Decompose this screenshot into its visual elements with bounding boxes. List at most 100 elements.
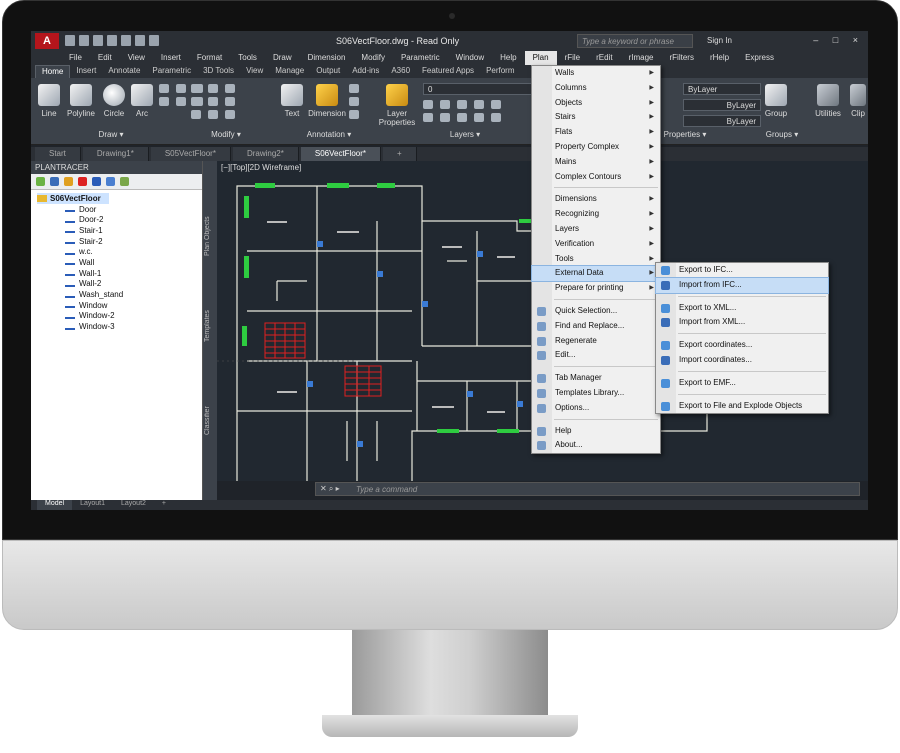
menu-rhelp[interactable]: rHelp <box>702 51 737 65</box>
lineweight-dropdown[interactable]: ByLayer <box>683 115 761 127</box>
arc-button[interactable]: Arc <box>131 82 153 118</box>
new-tab-button[interactable]: + <box>383 147 417 161</box>
menu-dimension[interactable]: Dimension <box>300 51 354 65</box>
clip-button[interactable]: Clip <box>849 82 867 118</box>
rectangle-icon[interactable] <box>159 84 169 93</box>
menu-item-tools[interactable]: ▶ Tools <box>532 252 660 267</box>
menu-item-tab-manager[interactable]: Tab Manager <box>532 371 660 386</box>
menu-plan[interactable]: Plan <box>524 51 557 65</box>
menu-item-export-to-emf[interactable]: Export to EMF... <box>656 376 828 391</box>
menu-item-recognizing[interactable]: ▶ Recognizing <box>532 207 660 222</box>
ribbon-tab-annotate[interactable]: Annotate <box>102 65 146 78</box>
layout-tab-model[interactable]: Model <box>37 500 73 510</box>
doc-tab-s06vectfloor[interactable]: S06VectFloor* <box>300 147 381 161</box>
line-button[interactable]: Line <box>37 82 61 118</box>
sign-in-link[interactable]: Sign In <box>707 36 732 45</box>
tree-item[interactable]: Wash_stand <box>37 289 202 300</box>
menu-express[interactable]: Express <box>737 51 782 65</box>
delete-icon[interactable] <box>78 177 87 186</box>
menu-rimage[interactable]: rImage <box>621 51 662 65</box>
ribbon-tab-output[interactable]: Output <box>310 65 346 78</box>
ribbon-tab-manage[interactable]: Manage <box>269 65 310 78</box>
layer-isolate-icon[interactable] <box>423 113 433 122</box>
mirror-icon[interactable] <box>208 97 218 106</box>
hatch-icon[interactable] <box>176 84 186 93</box>
menu-item-verification[interactable]: ▶ Verification <box>532 237 660 252</box>
filter-icon[interactable] <box>92 177 101 186</box>
menu-window[interactable]: Window <box>448 51 492 65</box>
point-icon[interactable] <box>176 97 186 106</box>
menu-item-flats[interactable]: ▶ Flats <box>532 125 660 140</box>
menu-item-export-to-ifc[interactable]: Export to IFC... <box>656 263 828 278</box>
menu-insert[interactable]: Insert <box>153 51 189 65</box>
menu-item-columns[interactable]: ▶ Columns <box>532 81 660 96</box>
menu-item-regenerate[interactable]: Regenerate <box>532 334 660 349</box>
fillet-icon[interactable] <box>225 97 235 106</box>
rotate-icon[interactable] <box>208 84 218 93</box>
open-icon[interactable] <box>79 35 89 46</box>
command-line[interactable]: ✕ ⌕ ▸ Type a command <box>315 482 860 496</box>
layer-properties-button[interactable]: Layer Properties <box>377 82 417 127</box>
menu-rfile[interactable]: rFile <box>557 51 589 65</box>
menu-item-stairs[interactable]: ▶ Stairs <box>532 110 660 125</box>
polyline-button[interactable]: Polyline <box>63 82 99 118</box>
menu-item-options[interactable]: Options... <box>532 401 660 416</box>
layer-make-current-icon[interactable] <box>457 113 467 122</box>
calculator-icon[interactable] <box>106 177 115 186</box>
text-button[interactable]: Text <box>281 82 303 118</box>
menu-item-import-from-xml[interactable]: Import from XML... <box>656 315 828 330</box>
chart-icon[interactable] <box>120 177 129 186</box>
menu-item-export-to-file-and-explode-objects[interactable]: Export to File and Explode Objects <box>656 399 828 414</box>
menu-item-walls[interactable]: ▶ Walls <box>532 66 660 81</box>
side-tab-templates[interactable]: Templates <box>204 286 216 366</box>
menu-item-edit[interactable]: Edit... <box>532 348 660 363</box>
layers-panel-title[interactable]: Layers ▾ <box>435 130 495 142</box>
menu-rfilters[interactable]: rFilters <box>662 51 702 65</box>
tree-item[interactable]: Wall-2 <box>37 279 202 290</box>
menu-item-quick-selection[interactable]: Quick Selection... <box>532 304 660 319</box>
layer-match-icon[interactable] <box>474 100 484 109</box>
markup-icon[interactable] <box>349 110 359 119</box>
array-icon[interactable] <box>225 110 235 119</box>
menu-item-objects[interactable]: ▶ Objects <box>532 96 660 111</box>
menu-item-export-to-xml[interactable]: Export to XML... <box>656 301 828 316</box>
copy-icon[interactable] <box>191 97 201 106</box>
dimension-button[interactable]: Dimension <box>307 82 347 118</box>
menu-item-find-and-replace[interactable]: Find and Replace... <box>532 319 660 334</box>
menu-redit[interactable]: rEdit <box>588 51 620 65</box>
group-button[interactable]: Group <box>763 82 789 118</box>
menu-item-templates-library[interactable]: Templates Library... <box>532 386 660 401</box>
search-input[interactable]: Type a keyword or phrase <box>577 34 693 48</box>
menu-item-export-coordinates[interactable]: Export coordinates... <box>656 338 828 353</box>
ribbon-tab-view[interactable]: View <box>240 65 269 78</box>
tree-item[interactable]: w.c. <box>37 246 202 257</box>
menu-item-prepare-for-printing[interactable]: ▶ Prepare for printing <box>532 281 660 296</box>
command-input[interactable]: Type a command <box>356 485 417 494</box>
save-icon[interactable] <box>93 35 103 46</box>
tree-item[interactable]: Window-3 <box>37 321 202 332</box>
ribbon-tab-parametric[interactable]: Parametric <box>146 65 197 78</box>
doc-tab-drawing2[interactable]: Drawing2* <box>232 147 299 161</box>
menu-item-layers[interactable]: ▶ Layers <box>532 222 660 237</box>
ellipse-icon[interactable] <box>159 97 169 106</box>
new-icon[interactable] <box>65 35 75 46</box>
properties-panel-title[interactable]: Properties ▾ <box>655 130 715 142</box>
scale-icon[interactable] <box>208 110 218 119</box>
tree-item[interactable]: Window <box>37 300 202 311</box>
layer-previous-icon[interactable] <box>491 100 501 109</box>
layer-thaw-icon[interactable] <box>491 113 501 122</box>
side-tab-classifier[interactable]: Classifier <box>204 381 216 461</box>
ribbon-tab-home[interactable]: Home <box>35 65 71 78</box>
tree-item[interactable]: Stair-2 <box>37 236 202 247</box>
layout-tab-layout2[interactable]: Layout2 <box>113 500 154 510</box>
table-icon[interactable] <box>349 97 359 106</box>
linetype-dropdown[interactable]: ByLayer <box>683 99 761 111</box>
layer-off-icon[interactable] <box>474 113 484 122</box>
stretch-icon[interactable] <box>191 110 201 119</box>
layer-freeze-icon[interactable] <box>440 100 450 109</box>
menu-format[interactable]: Format <box>189 51 230 65</box>
menu-item-about[interactable]: About... <box>532 438 660 453</box>
save-as-icon[interactable] <box>107 35 117 46</box>
ribbon-tab-insert[interactable]: Insert <box>70 65 102 78</box>
annotation-panel-title[interactable]: Annotation ▾ <box>289 130 369 142</box>
